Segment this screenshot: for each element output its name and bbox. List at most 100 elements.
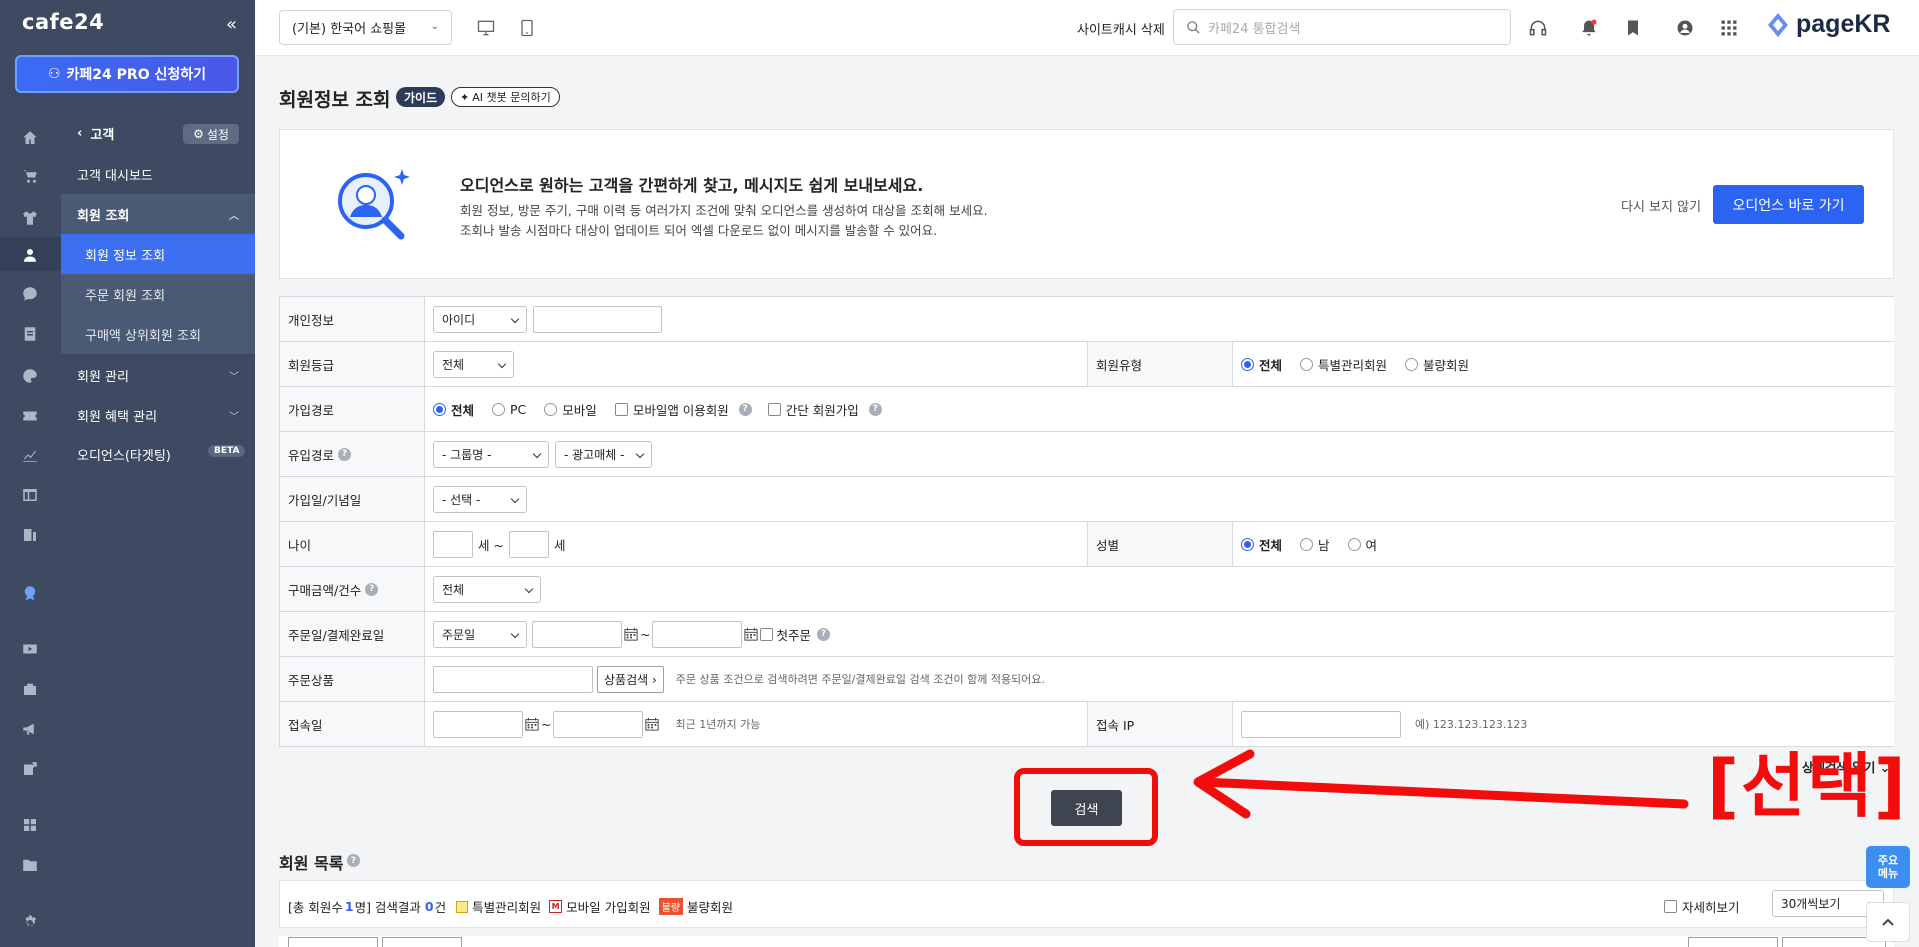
bell-icon[interactable] xyxy=(1578,17,1600,39)
row-order-date: 주문일/결제완료일 주문일 ~ 첫주문 ? xyxy=(279,612,1894,657)
grade-select[interactable]: 전체 xyxy=(433,350,514,378)
result-count: 0 xyxy=(424,899,434,914)
coupon-icon[interactable] xyxy=(20,406,40,426)
widgets-icon[interactable] xyxy=(20,815,40,835)
scroll-to-top-button[interactable] xyxy=(1866,902,1910,942)
join-path-pc-radio[interactable]: PC xyxy=(492,402,526,417)
go-audience-button[interactable]: 오디언스 바로 가기 xyxy=(1713,185,1864,224)
folder-icon[interactable] xyxy=(20,855,40,875)
help-icon[interactable]: ? xyxy=(738,402,752,416)
select-value: 아이디 xyxy=(442,312,476,327)
member-type-all-radio[interactable]: 전체 xyxy=(1241,355,1282,374)
document-icon[interactable] xyxy=(20,324,40,344)
gender-all-radio[interactable]: 전체 xyxy=(1241,535,1282,554)
label-order-product: 주문상품 xyxy=(279,657,425,701)
order-date-to-input[interactable] xyxy=(652,620,743,648)
sidebar-item-member-manage[interactable]: 회원 관리 ﹀ xyxy=(61,355,255,395)
inflow-media-select[interactable]: - 광고매체 - xyxy=(555,440,652,468)
palette-icon[interactable] xyxy=(20,366,40,386)
sidebar-item-member-search[interactable]: 회원 조회 ︿ xyxy=(61,194,255,234)
help-icon[interactable]: ? xyxy=(868,402,882,416)
cafe24-logo[interactable]: cafe24 xyxy=(22,10,104,34)
dont-show-again-link[interactable]: 다시 보지 않기 xyxy=(1621,196,1701,215)
apps-grid-icon[interactable] xyxy=(1718,17,1740,39)
bookmark-icon[interactable] xyxy=(1622,17,1644,39)
export-icon[interactable] xyxy=(20,759,40,779)
shirt-icon[interactable] xyxy=(20,208,40,228)
mobile-icon[interactable] xyxy=(516,17,538,39)
sidebar-item-member-benefit[interactable]: 회원 혜택 관리 ﹀ xyxy=(61,395,255,435)
member-type-bad-radio[interactable]: 불량회원 xyxy=(1405,355,1469,374)
sidebar-item-order-member[interactable]: 주문 회원 조회 xyxy=(61,274,255,314)
join-path-mobile-radio[interactable]: 모바일 xyxy=(544,400,597,419)
video-icon[interactable] xyxy=(20,639,40,659)
collapse-sidebar-icon[interactable]: « xyxy=(226,16,237,34)
select-value: 30개씩보기 xyxy=(1781,897,1841,911)
member-list-title: 회원 목록 xyxy=(279,854,344,873)
store-icon[interactable] xyxy=(20,679,40,699)
sidebar-settings-button[interactable]: ⚙ 설정 xyxy=(183,124,239,144)
user-icon[interactable] xyxy=(20,245,40,265)
desktop-icon[interactable] xyxy=(475,17,497,39)
table-icon[interactable] xyxy=(20,485,40,505)
member-type-special-radio[interactable]: 특별관리회원 xyxy=(1300,355,1387,374)
sidebar-item-dashboard[interactable]: 고객 대시보드 xyxy=(61,155,255,193)
access-date-hint: 최근 1년까지 가능 xyxy=(675,718,761,731)
mall-select-value: (기본) 한국어 쇼핑몰 xyxy=(292,22,407,37)
pagekr-logo[interactable]: pageKR xyxy=(1764,10,1890,39)
sidebar-item-member-info[interactable]: 회원 정보 조회 xyxy=(61,234,255,274)
calendar-icon[interactable] xyxy=(744,627,759,641)
access-date-from-input[interactable] xyxy=(433,710,523,738)
account-icon[interactable] xyxy=(1674,17,1696,39)
order-product-input[interactable] xyxy=(433,665,593,693)
help-icon[interactable]: ? xyxy=(817,627,830,641)
join-date-select[interactable]: - 선택 - xyxy=(433,485,527,513)
radio-label: 모바일 xyxy=(562,402,597,418)
access-ip-input[interactable] xyxy=(1241,710,1401,738)
help-icon[interactable]: ? xyxy=(338,447,352,461)
mobile-app-user-checkbox[interactable]: 모바일앱 이용회원 xyxy=(614,400,729,419)
bulk-action-button[interactable] xyxy=(288,937,378,947)
calendar-icon[interactable] xyxy=(645,717,660,731)
quick-menu-button[interactable]: 주요 메뉴 xyxy=(1866,846,1910,888)
detail-view-checkbox[interactable]: 자세히보기 xyxy=(1664,897,1740,916)
first-order-checkbox[interactable]: 첫주문 xyxy=(760,625,811,644)
age-from-input[interactable] xyxy=(433,530,473,558)
global-search-input[interactable]: 카페24 통합검색 xyxy=(1173,9,1511,45)
join-path-all-radio[interactable]: 전체 xyxy=(433,400,474,419)
calendar-icon[interactable] xyxy=(624,627,638,641)
home-icon[interactable] xyxy=(20,128,40,148)
calendar-icon[interactable] xyxy=(525,717,539,731)
settings-icon[interactable] xyxy=(20,913,40,933)
app-icon[interactable] xyxy=(20,525,40,545)
order-date-type-select[interactable]: 주문일 xyxy=(433,620,527,648)
megaphone-icon[interactable] xyxy=(20,719,40,739)
inflow-group-select[interactable]: - 그룹명 - xyxy=(433,440,549,468)
simple-join-checkbox[interactable]: 간단 회원가입 xyxy=(767,400,859,419)
mall-select[interactable]: (기본) 한국어 쇼핑몰 ⌄ xyxy=(279,10,452,45)
product-search-button[interactable]: 상품검색 › xyxy=(597,665,664,693)
chart-icon[interactable] xyxy=(20,445,40,465)
sidebar-item-top-buyers[interactable]: 구매액 상위회원 조회 xyxy=(61,314,255,354)
help-icon[interactable]: ? xyxy=(365,582,379,596)
list-action-button[interactable] xyxy=(382,937,462,947)
site-cache-delete-link[interactable]: 사이트캐시 삭제 xyxy=(1077,19,1165,38)
ai-chatbot-button[interactable]: ✦ AI 챗봇 문의하기 xyxy=(451,87,560,107)
personal-field-select[interactable]: 아이디 xyxy=(433,305,527,333)
personal-keyword-input[interactable] xyxy=(533,305,662,333)
gender-male-radio[interactable]: 남 xyxy=(1300,535,1330,554)
badge-icon[interactable] xyxy=(20,583,40,603)
order-date-from-input[interactable] xyxy=(532,620,622,648)
gender-female-radio[interactable]: 여 xyxy=(1347,535,1377,554)
sms-action-button[interactable] xyxy=(1688,937,1778,947)
select-value: - 광고매체 - xyxy=(564,447,625,462)
purchase-select[interactable]: 전체 xyxy=(433,575,541,603)
help-icon[interactable]: ? xyxy=(347,854,360,867)
pro-apply-button[interactable]: ⚇ 카페24 PRO 신청하기 xyxy=(15,55,239,93)
access-date-to-input[interactable] xyxy=(553,710,644,738)
age-to-input[interactable] xyxy=(508,530,549,558)
chat-icon[interactable] xyxy=(20,284,40,304)
headset-icon[interactable] xyxy=(1527,17,1549,39)
guide-badge[interactable]: 가이드 xyxy=(396,87,446,107)
cart-icon[interactable] xyxy=(20,166,40,186)
